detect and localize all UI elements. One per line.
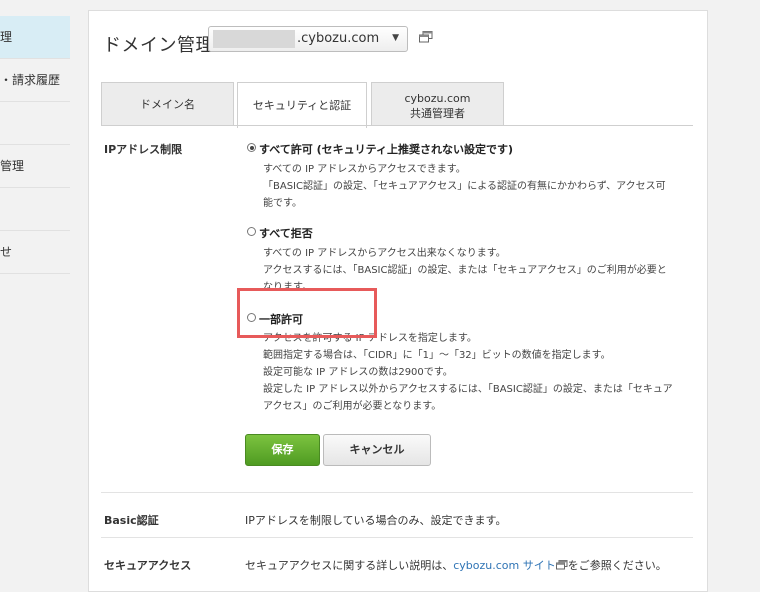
option-partial-allow-desc: アクセスを許可する IP アドレスを指定します。 範囲指定する場合は、「CIDR… bbox=[263, 333, 673, 412]
radio-deny-all[interactable] bbox=[247, 227, 256, 236]
cancel-button[interactable]: キャンセル bbox=[323, 434, 431, 466]
radio-allow-all[interactable] bbox=[247, 143, 256, 152]
tab-domain-name[interactable]: ドメイン名 bbox=[101, 82, 234, 126]
save-button[interactable]: 保存 bbox=[245, 434, 320, 466]
sidebar-item-5[interactable] bbox=[0, 188, 70, 231]
domain-suffix: .cybozu.com bbox=[297, 31, 380, 46]
option-allow-all-desc: すべての IP アドレスからアクセスできます。 「BASIC認証」の設定、「セキ… bbox=[263, 164, 666, 209]
sidebar-item-admin[interactable]: 管理 bbox=[0, 145, 70, 188]
page-title: ドメイン管理 bbox=[103, 35, 214, 56]
domain-redaction bbox=[213, 30, 295, 48]
basic-auth-text: IPアドレスを制限している場合のみ、設定できます。 bbox=[245, 514, 507, 527]
sidebar-item-contact[interactable]: せ bbox=[0, 231, 70, 274]
tab-security-auth[interactable]: セキュリティと認証 bbox=[237, 82, 367, 128]
sidebar-item-3[interactable] bbox=[0, 102, 70, 145]
highlight-box bbox=[237, 288, 377, 338]
main-panel: ドメイン管理 .cybozu.com ▼ ドメイン名 セキュリティと認証 cyb… bbox=[88, 10, 708, 592]
sidebar-item-manage[interactable]: 理 bbox=[0, 16, 70, 59]
basic-auth-label: Basic認証 bbox=[104, 514, 159, 527]
sidebar-item-billing-history[interactable]: ・請求履歴 bbox=[0, 59, 70, 102]
external-window-icon[interactable] bbox=[555, 560, 568, 570]
secure-access-text: セキュアアクセスに関する詳しい説明は、cybozu.com サイト をご参照くださ… bbox=[245, 559, 667, 572]
open-window-icon[interactable] bbox=[419, 31, 433, 43]
secure-access-label: セキュアアクセス bbox=[104, 559, 192, 572]
divider bbox=[101, 537, 693, 538]
domain-select[interactable]: .cybozu.com ▼ bbox=[208, 26, 408, 52]
option-deny-all-title: すべて拒否 bbox=[259, 227, 313, 240]
sidebar: 理 ・請求履歴 管理 せ bbox=[0, 0, 70, 570]
ip-restriction-label: IPアドレス制限 bbox=[104, 143, 183, 156]
cybozu-site-link[interactable]: cybozu.com サイト bbox=[453, 559, 556, 572]
divider bbox=[101, 492, 693, 493]
dropdown-arrow-icon: ▼ bbox=[392, 33, 399, 43]
option-allow-all-title: すべて許可 (セキュリティ上推奨されない設定です) bbox=[259, 143, 514, 156]
tab-divider bbox=[101, 125, 693, 126]
tab-cybozu-admin[interactable]: cybozu.com 共通管理者 bbox=[371, 82, 504, 126]
